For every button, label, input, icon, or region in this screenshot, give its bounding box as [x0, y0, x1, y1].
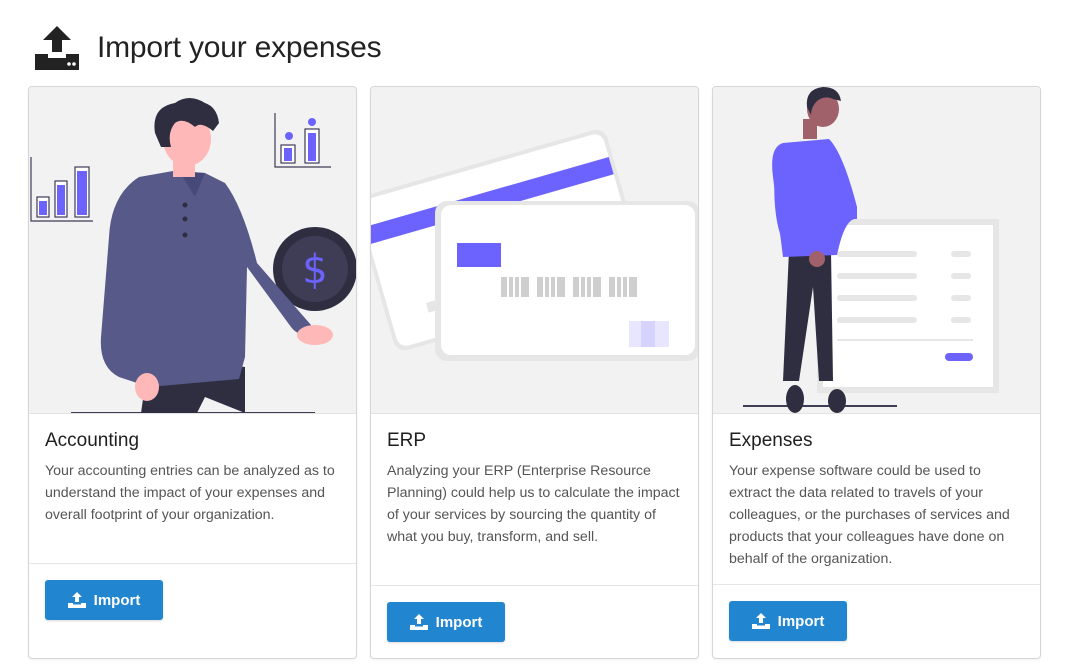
import-button-erp[interactable]: Import — [387, 602, 505, 642]
card-divider — [371, 585, 698, 586]
card-title: ERP — [387, 430, 427, 451]
import-button-accounting[interactable]: Import — [45, 580, 163, 620]
upload-icon — [751, 613, 770, 629]
card-title: Expenses — [729, 430, 813, 451]
upload-icon — [409, 614, 428, 630]
illustration-erp — [371, 87, 698, 414]
card-expenses: Expenses Your expense software could be … — [712, 86, 1041, 659]
card-title: Accounting — [45, 430, 140, 451]
card-description: Your accounting entries can be analyzed … — [45, 463, 335, 523]
card-description: Your expense software could be used to e… — [729, 463, 1010, 567]
page-header: Import your expenses — [33, 24, 382, 72]
import-button-label: Import — [93, 591, 141, 609]
svg-text:$: $ — [302, 247, 327, 293]
upload-icon — [67, 592, 86, 608]
card-divider — [29, 563, 356, 564]
import-button-expenses[interactable]: Import — [729, 601, 847, 641]
illustration-expenses — [713, 87, 1040, 414]
upload-tray-icon — [35, 26, 79, 70]
card-erp: ERP Analyzing your ERP (Enterprise Resou… — [370, 86, 699, 659]
illustration-accounting: $ — [29, 87, 356, 414]
person-with-document-illustration — [743, 87, 999, 413]
card-description: Analyzing your ERP (Enterprise Resource … — [387, 463, 680, 545]
card-accounting: $ Accounting Your accounting entries can — [28, 86, 357, 659]
credit-cards-illustration — [371, 129, 698, 361]
import-button-label: Import — [777, 612, 825, 630]
import-button-label: Import — [435, 613, 483, 631]
card-divider — [713, 584, 1040, 585]
person-with-dollar-coin-illustration: $ — [30, 98, 356, 413]
page-title: Import your expenses — [97, 31, 382, 64]
